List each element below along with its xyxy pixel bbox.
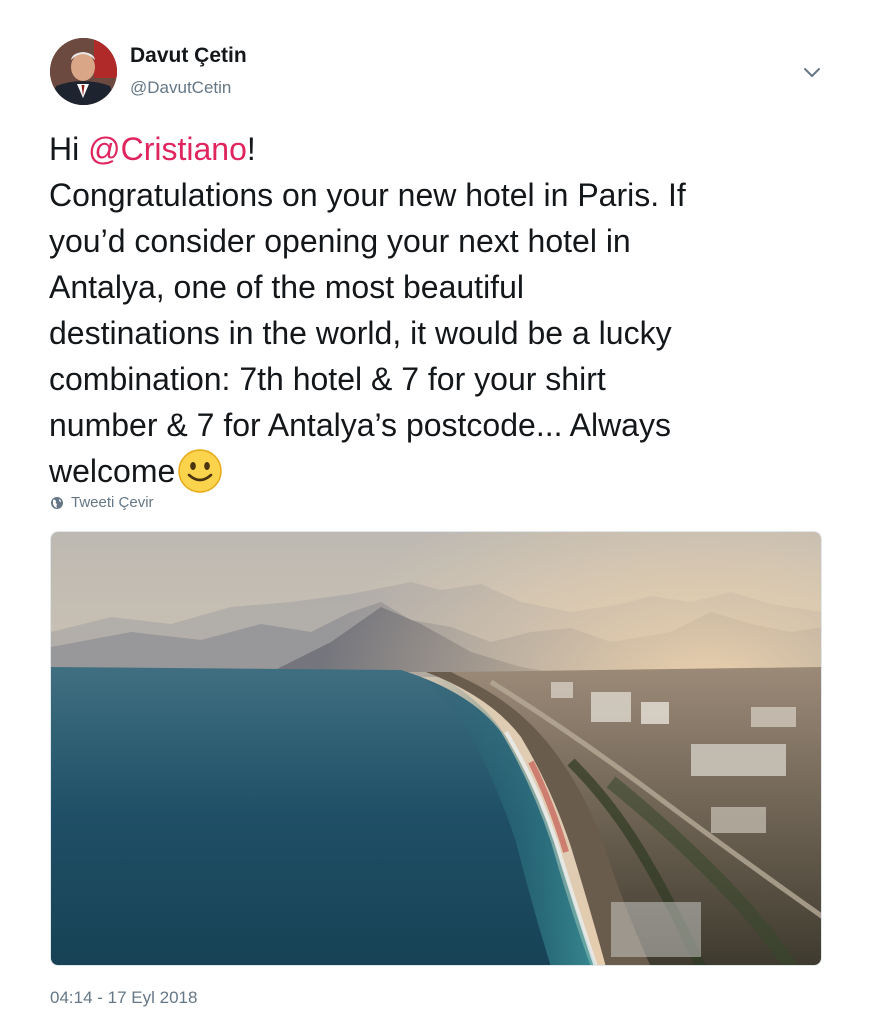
tweet-media-photo[interactable] [50, 531, 822, 966]
tweet-menu-button[interactable] [800, 62, 824, 84]
tweet-text-line: Hi @Cristiano! [49, 126, 829, 172]
tweet-text-line: Antalya, one of the most beautiful [49, 269, 524, 305]
smiling-face-emoji-icon [177, 448, 223, 494]
avatar-photo-icon [50, 38, 117, 105]
chevron-down-icon [804, 68, 820, 77]
translate-tweet-link[interactable]: Tweeti Çevir [50, 494, 154, 511]
greeting-end: ! [246, 131, 256, 167]
antalya-coast-photo-icon [51, 532, 821, 965]
tweet: Davut Çetin @DavutCetin Hi @Cristiano! C… [0, 0, 875, 1024]
tweet-text-line: combination: 7th hotel & 7 for your shir… [49, 361, 606, 397]
tweet-text-line: welcome [49, 448, 829, 497]
author-display-name[interactable]: Davut Çetin [130, 44, 247, 68]
greeting-text: Hi [49, 131, 89, 167]
tweet-text: Hi @Cristiano! Congratulations on your n… [49, 126, 829, 497]
tweet-text-line: Congratulations on your new hotel in Par… [49, 177, 686, 213]
tweet-text-line: destinations in the world, it would be a… [49, 315, 672, 351]
tweet-text-line: number & 7 for Antalya’s postcode... Alw… [49, 407, 671, 443]
tweet-timestamp[interactable]: 04:14 - 17 Eyl 2018 [50, 988, 197, 1008]
globe-icon [50, 496, 64, 510]
author-handle[interactable]: @DavutCetin [130, 78, 231, 98]
tweet-text-line: you’d consider opening your next hotel i… [49, 223, 631, 259]
mention-link[interactable]: @Cristiano [88, 131, 247, 167]
author-avatar[interactable] [50, 38, 117, 105]
translate-label: Tweeti Çevir [71, 494, 154, 511]
welcome-text: welcome [49, 453, 176, 489]
